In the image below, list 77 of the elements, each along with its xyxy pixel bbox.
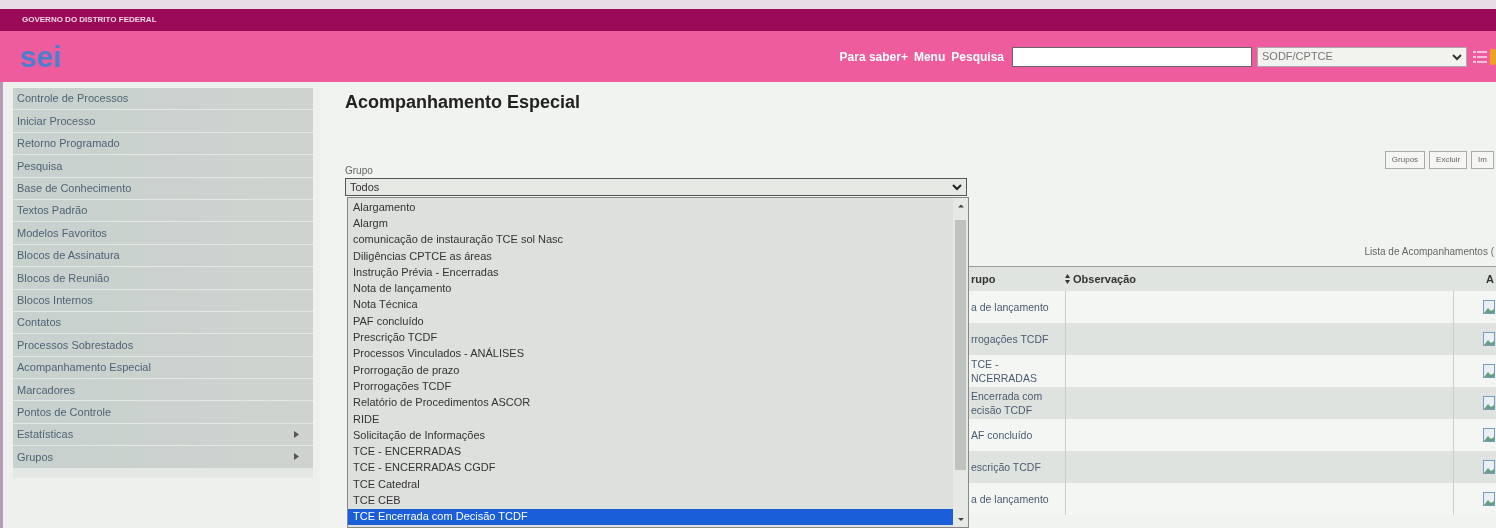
dropdown-option[interactable]: Solicitação de Informações xyxy=(348,427,953,444)
list-caption: Lista de Acompanhamentos ( xyxy=(1364,245,1494,258)
sidebar-item[interactable]: Pesquisa xyxy=(13,155,313,177)
sidebar-item[interactable]: Processos Sobrestados xyxy=(13,334,313,356)
sidebar-item[interactable]: Iniciar Processo xyxy=(13,110,313,132)
table-cell-text: escrição TCDF xyxy=(970,460,1042,475)
table-cell-text: Encerrada com ecisão TCDF xyxy=(970,389,1044,418)
table-cell-text: a de lançamento xyxy=(970,300,1050,315)
header-link[interactable]: Menu xyxy=(913,47,946,66)
scroll-up-icon[interactable] xyxy=(957,204,964,208)
grid-icon[interactable] xyxy=(1473,50,1487,63)
dropdown-option[interactable]: Alargm xyxy=(348,215,953,232)
toolbar-button[interactable]: Im xyxy=(1471,151,1494,169)
table-cell-text: a de lançamento xyxy=(970,492,1050,507)
sidebar-item[interactable]: Blocos Internos xyxy=(13,289,313,311)
column-header[interactable]: rupo xyxy=(969,270,1065,288)
dropdown-option[interactable]: TCE - ENCERRADAS CGDF xyxy=(348,459,953,477)
sidebar-item[interactable]: Marcadores xyxy=(13,379,313,401)
dropdown-option[interactable]: Relatório de Procedimentos ASCOR xyxy=(348,394,953,411)
sidebar-item[interactable]: Grupos xyxy=(13,446,313,468)
group-select[interactable]: Todos xyxy=(345,178,967,196)
sidebar-item[interactable]: Textos Padrão xyxy=(13,199,313,222)
sidebar-item[interactable]: Contatos xyxy=(13,311,313,334)
header-link[interactable]: Pesquisa xyxy=(951,47,1004,66)
dropdown-option[interactable]: TCE - ENCERRADAS xyxy=(348,443,953,460)
chevron-down-icon xyxy=(1452,52,1462,61)
image-icon[interactable] xyxy=(1483,364,1495,378)
caret-right-icon xyxy=(294,453,299,461)
dropdown-option[interactable]: Instrução Prévia - Encerradas xyxy=(348,264,953,281)
dropdown-option[interactable]: comunicação de instauração TCE sol Nasc xyxy=(348,231,953,248)
scroll-down-icon[interactable] xyxy=(957,518,964,521)
sidebar-item[interactable]: Blocos de Reunião xyxy=(13,267,313,289)
dropdown-option[interactable]: Nota Técnica xyxy=(348,296,953,314)
dropdown-option[interactable]: Nota de lançamento xyxy=(348,280,953,297)
sidebar-item[interactable]: Retorno Programado xyxy=(13,132,313,155)
sidebar-item[interactable]: Pontos de Controle xyxy=(13,401,313,423)
scrollbar[interactable] xyxy=(953,198,968,527)
scrollbar-thumb[interactable] xyxy=(955,220,966,470)
unit-select[interactable]: SODF/CPTCE xyxy=(1257,46,1467,67)
image-icon[interactable] xyxy=(1483,492,1495,506)
table-cell-text: TCE - NCERRADAS xyxy=(970,357,1038,386)
toolbar-button[interactable]: Grupos xyxy=(1384,151,1426,169)
image-icon[interactable] xyxy=(1483,300,1495,314)
table-cell-text: rrogações TCDF xyxy=(970,332,1050,347)
column-header: A xyxy=(1485,271,1495,287)
dropdown-option[interactable]: TCE Encerrada com Decisão TCDF xyxy=(348,508,953,525)
page-title: Acompanhamento Especial xyxy=(345,91,582,114)
image-icon[interactable] xyxy=(1483,332,1495,346)
sort-icon xyxy=(1065,274,1070,284)
table-cell-text: AF concluído xyxy=(970,428,1034,443)
column-header[interactable]: Observação xyxy=(1065,270,1450,288)
dropdown-option[interactable]: Processos Vinculados - ANÁLISES xyxy=(348,345,953,362)
dropdown-option[interactable]: TCE Catedral xyxy=(348,476,953,493)
group-label: Grupo xyxy=(345,164,373,177)
dropdown-option[interactable]: Prorrogações TCDF xyxy=(348,378,953,395)
government-title: GOVERNO DO DISTRITO FEDERAL xyxy=(22,14,157,26)
search-field[interactable] xyxy=(1012,46,1252,67)
chevron-down-icon xyxy=(952,183,962,191)
sidebar-item[interactable]: Acompanhamento Especial xyxy=(13,356,313,379)
image-icon[interactable] xyxy=(1483,396,1495,410)
dropdown-option[interactable]: Diligências CPTCE as áreas xyxy=(348,247,953,265)
image-icon[interactable] xyxy=(1483,428,1495,442)
dropdown-option[interactable]: Prescrição TCDF xyxy=(348,329,953,346)
dropdown-option[interactable]: Alargamento xyxy=(348,199,953,216)
header-link[interactable]: Para saber+ xyxy=(839,47,908,66)
dropdown-option[interactable]: RIDE xyxy=(348,410,953,428)
sidebar-item[interactable]: Estatísticas xyxy=(13,423,313,446)
sidebar-item[interactable]: Controle de Processos xyxy=(13,88,313,110)
dropdown-option[interactable]: PAF concluído xyxy=(348,313,953,330)
dropdown-option[interactable]: TCE CEB xyxy=(348,492,953,509)
sidebar-item[interactable]: Blocos de Assinatura xyxy=(13,244,313,267)
sidebar-item[interactable]: Base de Conhecimento xyxy=(13,177,313,199)
toolbar-button[interactable]: Excluir xyxy=(1429,151,1468,169)
image-icon[interactable] xyxy=(1483,460,1495,474)
dropdown-option[interactable]: Prorrogação de prazo xyxy=(348,361,953,379)
caret-right-icon xyxy=(294,431,299,439)
sidebar-item[interactable]: Modelos Favoritos xyxy=(13,222,313,244)
